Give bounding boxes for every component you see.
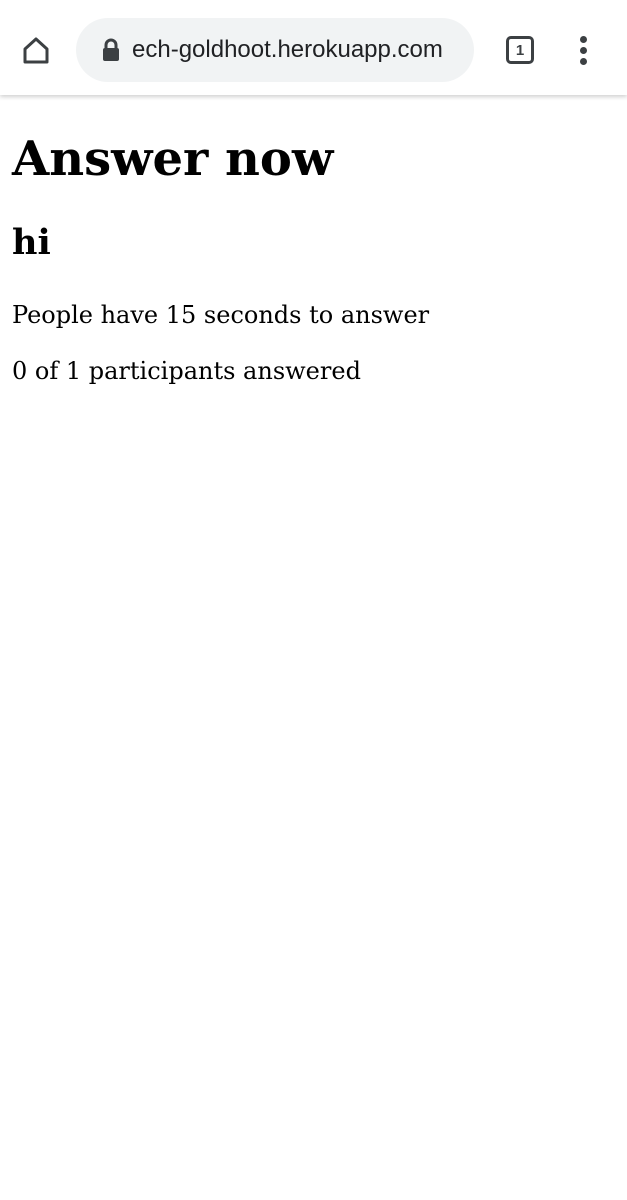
home-icon bbox=[23, 37, 49, 64]
participants-count: 0 of 1 participants answered bbox=[12, 357, 361, 385]
question-text: hi bbox=[12, 222, 51, 263]
home-button[interactable] bbox=[14, 28, 58, 72]
tab-count: 1 bbox=[515, 41, 525, 59]
page-title: Answer now bbox=[12, 131, 334, 187]
url-text: ech-goldhoot.herokuapp.com bbox=[132, 36, 443, 63]
lock-icon bbox=[103, 38, 119, 61]
tab-switcher-icon: 1 bbox=[506, 36, 534, 64]
overflow-menu-button[interactable] bbox=[566, 30, 602, 70]
timer-text: People have 15 seconds to answer bbox=[12, 301, 430, 329]
address-bar[interactable]: ech-goldhoot.herokuapp.com bbox=[76, 18, 474, 82]
tab-switcher-button[interactable]: 1 bbox=[502, 32, 538, 68]
browser-toolbar: ech-goldhoot.herokuapp.com 1 bbox=[0, 0, 627, 95]
